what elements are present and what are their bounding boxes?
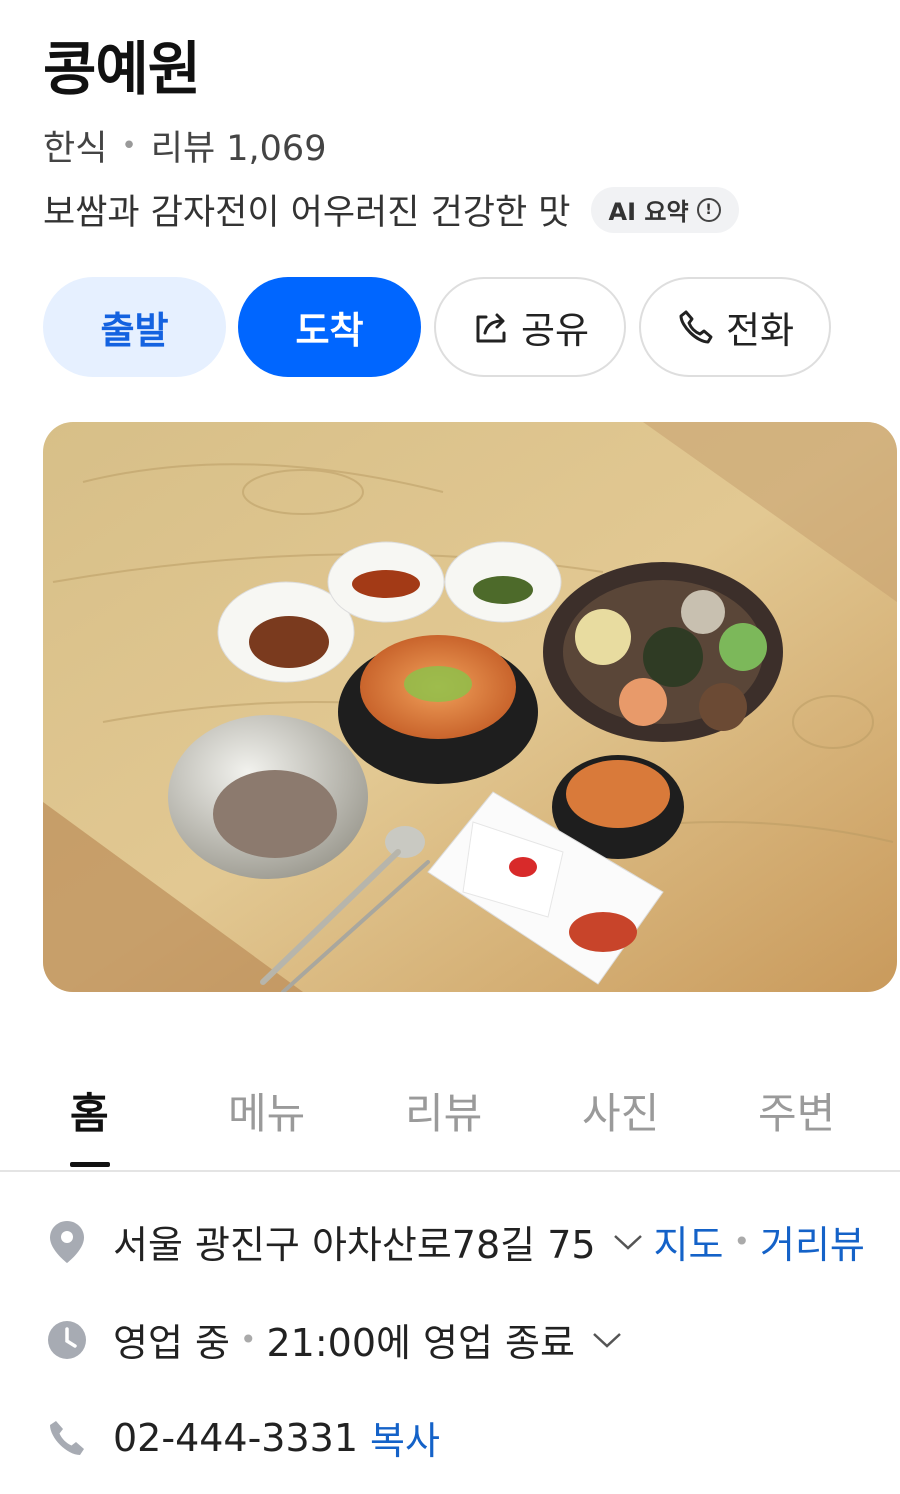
active-tab-indicator <box>70 1162 110 1167</box>
food-photo-illustration <box>43 422 897 992</box>
copy-phone-button[interactable]: 복사 <box>370 1410 440 1465</box>
location-pin-icon <box>50 1220 84 1263</box>
summary-text: 보쌈과 감자전이 어우러진 건강한 맛 <box>43 193 571 233</box>
hours-row: 영업 중 • 21:00에 영업 종료 <box>43 1312 633 1367</box>
ai-summary: 보쌈과 감자전이 어우러진 건강한 맛 AI 요약 ! <box>43 184 739 235</box>
category-label: 한식 <box>43 129 108 169</box>
address-row: 서울 광진구 아차산로78길 75 지도 • 거리뷰 <box>43 1214 865 1269</box>
place-photo[interactable] <box>43 422 897 992</box>
phone-icon <box>679 310 713 344</box>
separator-dot: • <box>121 130 137 161</box>
address-text[interactable]: 서울 광진구 아차산로78길 75 <box>113 1214 596 1269</box>
call-button[interactable]: 전화 <box>639 277 831 377</box>
info-icon: ! <box>696 197 721 222</box>
separator-dot: • <box>733 1225 750 1258</box>
arrive-button[interactable]: 도착 <box>238 277 421 377</box>
place-title: 콩예원 <box>43 35 201 103</box>
start-button[interactable]: 출발 <box>43 277 226 377</box>
tab-nearby[interactable]: 주변 <box>758 1080 835 1141</box>
tab-photos[interactable]: 사진 <box>582 1080 659 1141</box>
chevron-down-icon[interactable] <box>591 1330 623 1350</box>
review-count-link[interactable]: 리뷰 1,069 <box>151 120 327 171</box>
share-icon <box>476 313 506 343</box>
open-status: 영업 중 <box>113 1321 230 1365</box>
phone-icon <box>50 1420 84 1455</box>
closing-time[interactable]: 21:00에 영업 종료 <box>266 1312 574 1367</box>
phone-number[interactable]: 02-444-3331 <box>113 1416 358 1460</box>
chevron-down-icon[interactable] <box>612 1232 644 1252</box>
street-view-link[interactable]: 거리뷰 <box>760 1214 865 1269</box>
tab-menu[interactable]: 메뉴 <box>228 1080 305 1141</box>
phone-row: 02-444-3331 복사 <box>43 1410 440 1465</box>
ai-summary-badge[interactable]: AI 요약 ! <box>590 186 739 233</box>
tab-home[interactable]: 홈 <box>70 1080 109 1141</box>
place-meta: 한식 • 리뷰 1,069 <box>43 120 326 171</box>
separator-dot: • <box>239 1323 257 1356</box>
clock-icon <box>48 1320 86 1359</box>
tab-reviews[interactable]: 리뷰 <box>405 1080 482 1141</box>
share-button[interactable]: 공유 <box>434 277 626 377</box>
map-link[interactable]: 지도 <box>654 1214 724 1269</box>
tab-bar: 홈 메뉴 리뷰 사진 주변 <box>0 1070 900 1172</box>
